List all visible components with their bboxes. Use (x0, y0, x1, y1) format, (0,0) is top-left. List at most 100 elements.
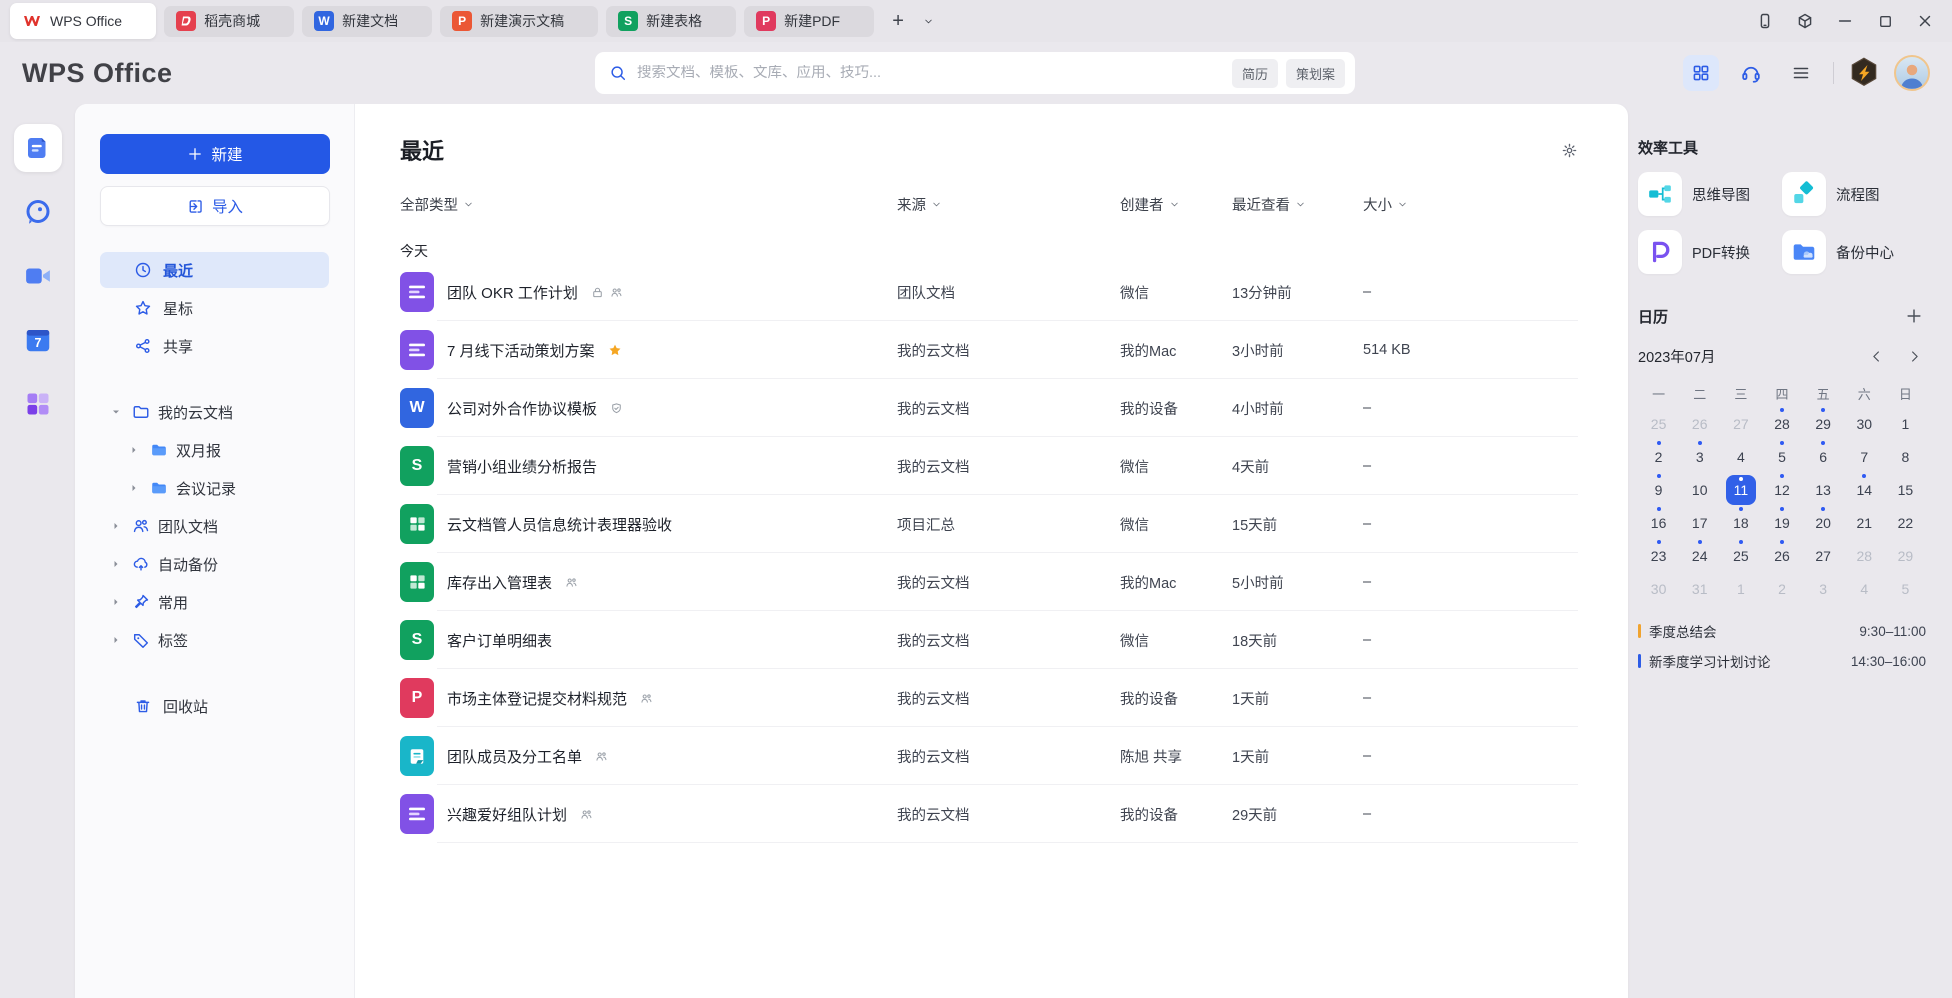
tool-backup[interactable]: 备份中心 (1782, 230, 1926, 274)
chevron-right-icon[interactable] (126, 483, 142, 493)
tool-mindmap[interactable]: 思维导图 (1638, 172, 1782, 216)
calendar-day[interactable]: 26 (1679, 407, 1720, 440)
file-row[interactable]: S客户订单明细表我的云文档微信18天前– (400, 611, 1578, 669)
calendar-day[interactable]: 2 (1761, 572, 1802, 605)
tool-pdf-convert[interactable]: PDF转换 (1638, 230, 1782, 274)
import-button[interactable]: 导入 (100, 186, 330, 226)
workspace-button[interactable] (1788, 7, 1822, 35)
file-row[interactable]: S营销小组业绩分析报告我的云文档微信4天前– (400, 437, 1578, 495)
calendar-next-icon[interactable] (1902, 344, 1926, 368)
sidebar-item-share[interactable]: 共享 (100, 328, 329, 364)
calendar-day[interactable]: 16 (1638, 506, 1679, 539)
calendar-day[interactable]: 19 (1761, 506, 1802, 539)
sidebar-tree-item[interactable]: 团队文档 (100, 508, 329, 544)
calendar-day[interactable]: 3 (1803, 572, 1844, 605)
maximize-button[interactable] (1868, 7, 1902, 35)
calendar-day[interactable]: 10 (1679, 473, 1720, 506)
calendar-day[interactable]: 22 (1885, 506, 1926, 539)
filter-3[interactable]: 最近查看 (1232, 194, 1363, 215)
tab-home[interactable]: WPS Office (10, 3, 156, 39)
calendar-day[interactable]: 14 (1844, 473, 1885, 506)
user-avatar[interactable] (1894, 55, 1930, 91)
tab-document[interactable]: 稻壳商城 (164, 6, 294, 37)
apps-grid-icon[interactable] (1683, 55, 1719, 91)
calendar-day[interactable]: 20 (1803, 506, 1844, 539)
support-headset-icon[interactable] (1733, 55, 1769, 91)
chevron-right-icon[interactable] (108, 559, 124, 569)
filter-4[interactable]: 大小 (1363, 194, 1578, 215)
calendar-day[interactable]: 30 (1844, 407, 1885, 440)
calendar-day[interactable]: 29 (1803, 407, 1844, 440)
calendar-day[interactable]: 21 (1844, 506, 1885, 539)
file-row[interactable]: 云文档管人员信息统计表理器验收项目汇总微信15天前– (400, 495, 1578, 553)
calendar-day[interactable]: 4 (1844, 572, 1885, 605)
file-row[interactable]: 库存出入管理表我的云文档我的Mac5小时前– (400, 553, 1578, 611)
sidebar-tree-item[interactable]: 会议记录 (100, 470, 329, 506)
chevron-right-icon[interactable] (126, 445, 142, 455)
rail-item-messages[interactable] (14, 188, 62, 236)
calendar-prev-icon[interactable] (1864, 344, 1888, 368)
calendar-day[interactable]: 24 (1679, 539, 1720, 572)
tab-document[interactable]: S新建表格 (606, 6, 736, 37)
close-button[interactable] (1908, 7, 1942, 35)
calendar-day[interactable]: 27 (1720, 407, 1761, 440)
filter-2[interactable]: 创建者 (1120, 194, 1232, 215)
rail-item-calendar[interactable]: 7 (14, 316, 62, 364)
mobile-button[interactable] (1748, 7, 1782, 35)
chevron-right-icon[interactable] (108, 635, 124, 645)
calendar-day[interactable]: 31 (1679, 572, 1720, 605)
file-row[interactable]: P市场主体登记提交材料规范我的云文档我的设备1天前– (400, 669, 1578, 727)
vip-badge-icon[interactable] (1848, 56, 1880, 90)
calendar-day[interactable]: 8 (1885, 440, 1926, 473)
calendar-day[interactable]: 4 (1720, 440, 1761, 473)
calendar-day[interactable]: 9 (1638, 473, 1679, 506)
sidebar-item-clock[interactable]: 最近 (100, 252, 329, 288)
calendar-day[interactable]: 28 (1844, 539, 1885, 572)
chevron-right-icon[interactable] (108, 521, 124, 531)
chevron-right-icon[interactable] (108, 597, 124, 607)
calendar-day[interactable]: 25 (1638, 407, 1679, 440)
chevron-down-icon[interactable] (108, 407, 124, 417)
add-event-button[interactable] (1902, 304, 1926, 328)
search-input[interactable] (637, 65, 1232, 81)
file-row[interactable]: 团队 OKR 工作计划团队文档微信13分钟前– (400, 263, 1578, 321)
calendar-day[interactable]: 1 (1720, 572, 1761, 605)
sidebar-tree-item[interactable]: 常用 (100, 584, 329, 620)
calendar-day[interactable]: 26 (1761, 539, 1802, 572)
calendar-day[interactable]: 23 (1638, 539, 1679, 572)
search-bar[interactable]: 简历策划案 (595, 52, 1355, 94)
file-row[interactable]: 团队成员及分工名单我的云文档陈旭 共享1天前– (400, 727, 1578, 785)
calendar-event[interactable]: 季度总结会9:30–11:00 (1638, 621, 1926, 641)
calendar-day[interactable]: 3 (1679, 440, 1720, 473)
settings-gear-icon[interactable] (1561, 142, 1578, 159)
calendar-day[interactable]: 6 (1803, 440, 1844, 473)
minimize-button[interactable] (1828, 7, 1862, 35)
sidebar-tree-item[interactable]: 自动备份 (100, 546, 329, 582)
tool-flowchart[interactable]: 流程图 (1782, 172, 1926, 216)
calendar-day[interactable]: 17 (1679, 506, 1720, 539)
sidebar-item-star[interactable]: 星标 (100, 290, 329, 326)
tab-document[interactable]: P新建演示文稿 (440, 6, 598, 37)
calendar-day[interactable]: 18 (1720, 506, 1761, 539)
rail-item-documents[interactable] (14, 124, 62, 172)
search-tag[interactable]: 简历 (1232, 59, 1278, 88)
file-row[interactable]: W公司对外合作协议模板我的云文档我的设备4小时前– (400, 379, 1578, 437)
calendar-day[interactable]: 7 (1844, 440, 1885, 473)
calendar-day[interactable]: 13 (1803, 473, 1844, 506)
sidebar-tree-item[interactable]: 标签 (100, 622, 329, 658)
calendar-day[interactable]: 5 (1761, 440, 1802, 473)
rail-item-apps[interactable] (14, 380, 62, 428)
file-row[interactable]: 兴趣爱好组队计划我的云文档我的设备29天前– (400, 785, 1578, 843)
filter-1[interactable]: 来源 (897, 194, 1120, 215)
calendar-day[interactable]: 30 (1638, 572, 1679, 605)
menu-icon[interactable] (1783, 55, 1819, 91)
calendar-day[interactable]: 28 (1761, 407, 1802, 440)
sidebar-item-trash[interactable]: 回收站 (100, 688, 329, 724)
tab-list-chevron-icon[interactable] (914, 7, 942, 35)
filter-0[interactable]: 全部类型 (400, 194, 897, 215)
calendar-day[interactable]: 29 (1885, 539, 1926, 572)
search-tag[interactable]: 策划案 (1286, 59, 1345, 88)
tab-document[interactable]: P新建PDF (744, 6, 874, 37)
calendar-day-selected[interactable]: 11 (1720, 473, 1761, 506)
sidebar-tree-item[interactable]: 双月报 (100, 432, 329, 468)
